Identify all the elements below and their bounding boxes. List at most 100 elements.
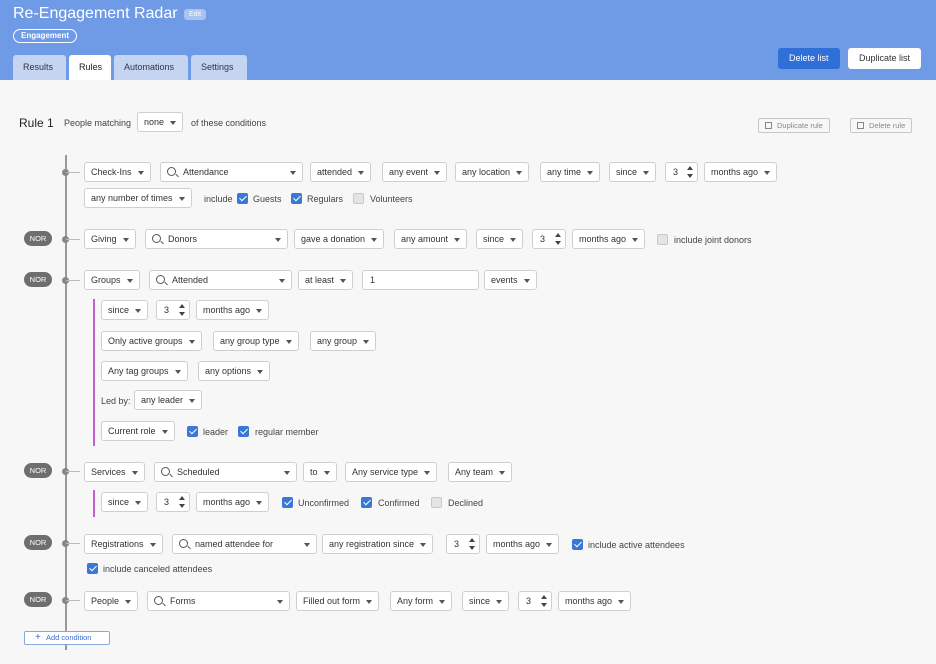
checkins-times-select[interactable]: any number of times — [84, 188, 192, 208]
giving-number-input[interactable]: 3 — [532, 229, 566, 249]
checkins-search-select[interactable]: Attendance — [160, 162, 303, 182]
condition-connector — [66, 600, 80, 601]
add-condition-button[interactable]: + Add condition — [24, 631, 110, 645]
groups-type-select[interactable]: Groups — [84, 270, 140, 290]
people-search-select[interactable]: Forms — [147, 591, 290, 611]
services-number-input[interactable]: 3 — [156, 492, 190, 512]
giving-since-select[interactable]: since — [476, 229, 524, 249]
giving-type-select[interactable]: Giving — [84, 229, 136, 249]
checkins-number-input[interactable]: 3 — [665, 162, 698, 182]
delete-list-button[interactable]: Delete list — [778, 48, 840, 69]
giving-amount-select[interactable]: any amount — [394, 229, 468, 249]
people-since-select[interactable]: since — [462, 591, 510, 611]
search-icon — [156, 275, 165, 284]
groups-options-select[interactable]: any options — [198, 361, 271, 381]
stepper-icon[interactable] — [555, 233, 561, 245]
edit-title-button[interactable]: Edit — [184, 9, 207, 20]
checkins-unit-select[interactable]: months ago — [704, 162, 778, 182]
services-type-select[interactable]: Services — [84, 462, 145, 482]
guests-label: Guests — [253, 194, 282, 204]
services-since-select[interactable]: since — [101, 492, 149, 512]
nor-badge: NOR — [24, 463, 52, 478]
checkins-verb-select[interactable]: attended — [310, 162, 372, 182]
stepper-icon[interactable] — [469, 538, 475, 550]
duplicate-list-button[interactable]: Duplicate list — [848, 48, 922, 69]
people-unit-select[interactable]: months ago — [558, 591, 632, 611]
matching-prefix: People matching — [64, 118, 132, 128]
people-type-select[interactable]: People — [84, 591, 139, 611]
groups-type-filter-select[interactable]: any group type — [213, 331, 299, 351]
nor-badge: NOR — [24, 592, 52, 607]
copy-icon — [765, 122, 772, 129]
groups-events-select[interactable]: events — [484, 270, 537, 290]
checkins-time-select[interactable]: any time — [540, 162, 601, 182]
services-type-filter-select[interactable]: Any service type — [345, 462, 438, 482]
unconfirmed-checkbox[interactable] — [282, 497, 293, 508]
registrations-number-input[interactable]: 3 — [446, 534, 480, 554]
groups-count-input[interactable]: 1 — [362, 270, 479, 290]
volunteers-checkbox[interactable] — [353, 193, 364, 204]
stepper-icon[interactable] — [179, 496, 185, 508]
plus-icon: + — [35, 632, 41, 643]
canceled-attendees-label: include canceled attendees — [103, 564, 213, 574]
guests-checkbox[interactable] — [237, 193, 248, 204]
confirmed-checkbox[interactable] — [361, 497, 372, 508]
registrations-unit-select[interactable]: months ago — [486, 534, 560, 554]
services-unit-select[interactable]: months ago — [196, 492, 270, 512]
search-icon — [179, 539, 188, 548]
tab-settings[interactable]: Settings — [191, 55, 247, 80]
nor-badge: NOR — [24, 535, 52, 550]
tab-rules[interactable]: Rules — [69, 55, 111, 80]
services-to-select[interactable]: to — [303, 462, 337, 482]
nor-badge: NOR — [24, 272, 52, 287]
trash-icon — [857, 122, 864, 129]
regulars-label: Regulars — [307, 194, 344, 204]
groups-compare-select[interactable]: at least — [298, 270, 354, 290]
registrations-since-select[interactable]: any registration since — [322, 534, 434, 554]
page-title: Re-Engagement Radar — [13, 5, 178, 22]
matching-select[interactable]: none — [137, 112, 184, 132]
groups-tag-select[interactable]: Any tag groups — [101, 361, 188, 381]
tab-results[interactable]: Results — [13, 55, 66, 80]
services-team-select[interactable]: Any team — [448, 462, 513, 482]
groups-unit-select[interactable]: months ago — [196, 300, 270, 320]
people-form-select[interactable]: Any form — [390, 591, 453, 611]
duplicate-rule-button[interactable]: Duplicate rule — [758, 118, 830, 133]
groups-active-select[interactable]: Only active groups — [101, 331, 202, 351]
checkins-since-select[interactable]: since — [609, 162, 657, 182]
checkins-event-select[interactable]: any event — [382, 162, 448, 182]
joint-donors-checkbox[interactable] — [657, 234, 668, 245]
groups-role-select[interactable]: Current role — [101, 421, 175, 441]
services-search-select[interactable]: Scheduled — [154, 462, 297, 482]
stepper-icon[interactable] — [687, 166, 693, 178]
active-attendees-checkbox[interactable] — [572, 539, 583, 550]
groups-leader-select[interactable]: any leader — [134, 390, 203, 410]
people-number-input[interactable]: 3 — [518, 591, 552, 611]
groups-group-select[interactable]: any group — [310, 331, 377, 351]
search-icon — [152, 234, 161, 243]
groups-number-input[interactable]: 3 — [156, 300, 190, 320]
registrations-search-select[interactable]: named attendee for — [172, 534, 317, 554]
checkins-type-select[interactable]: Check-Ins — [84, 162, 151, 182]
delete-rule-button[interactable]: Delete rule — [850, 118, 913, 133]
stepper-icon[interactable] — [541, 595, 547, 607]
condition-connector — [66, 543, 80, 544]
services-subcondition-bar — [93, 490, 95, 517]
leader-checkbox[interactable] — [187, 426, 198, 437]
checkins-location-select[interactable]: any location — [455, 162, 530, 182]
groups-since-select[interactable]: since — [101, 300, 149, 320]
stepper-icon[interactable] — [179, 304, 185, 316]
declined-checkbox[interactable] — [431, 497, 442, 508]
regulars-checkbox[interactable] — [291, 193, 302, 204]
giving-search-select[interactable]: Donors — [145, 229, 288, 249]
regular-member-checkbox[interactable] — [238, 426, 249, 437]
registrations-type-select[interactable]: Registrations — [84, 534, 163, 554]
people-verb-select[interactable]: Filled out form — [296, 591, 380, 611]
volunteers-label: Volunteers — [370, 194, 413, 204]
giving-verb-select[interactable]: gave a donation — [294, 229, 385, 249]
tab-automations[interactable]: Automations — [114, 55, 188, 80]
giving-unit-select[interactable]: months ago — [572, 229, 646, 249]
canceled-attendees-checkbox[interactable] — [87, 563, 98, 574]
joint-donors-label: include joint donors — [674, 235, 752, 245]
groups-search-select[interactable]: Attended — [149, 270, 292, 290]
